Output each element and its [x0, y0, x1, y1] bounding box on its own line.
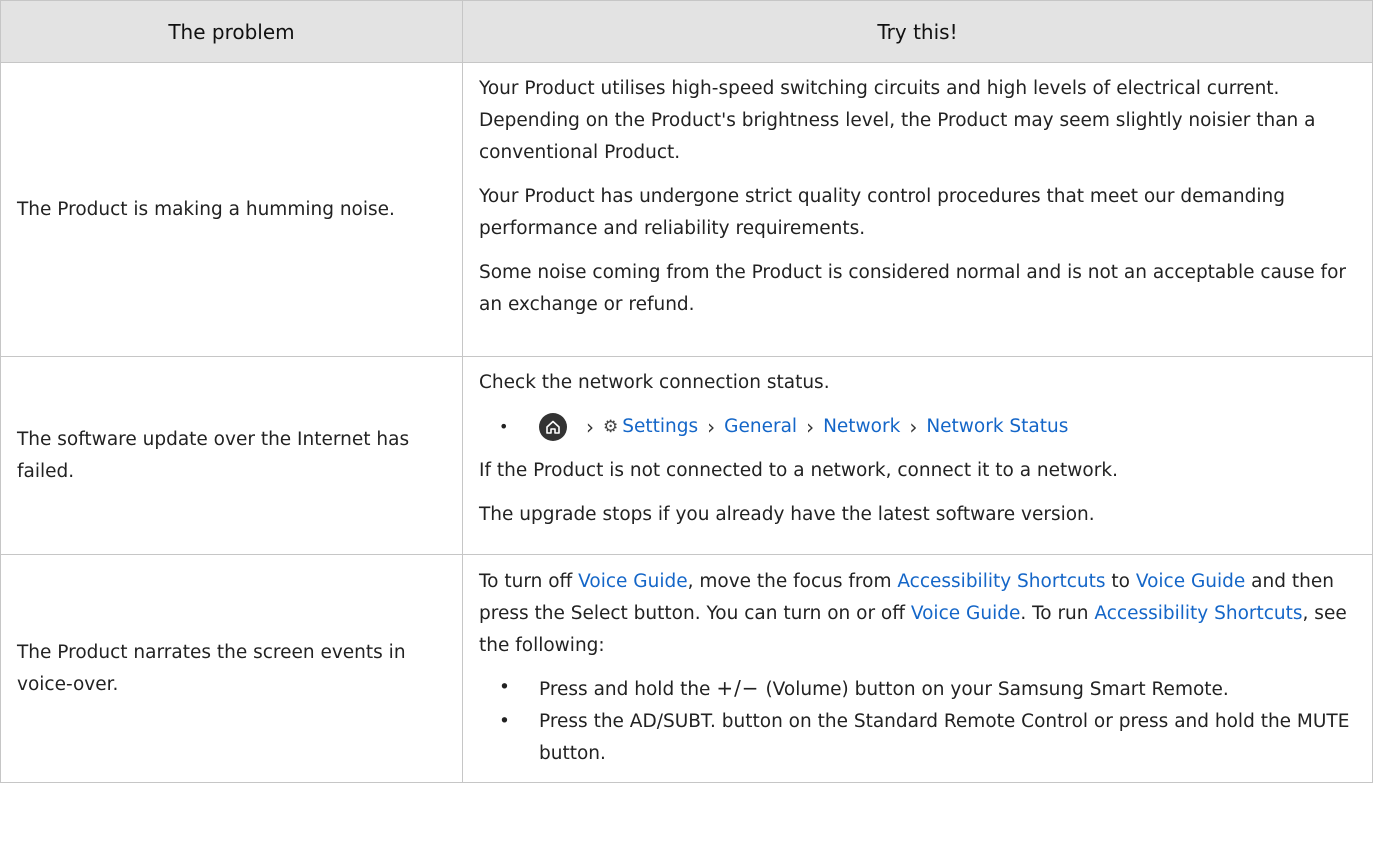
instruction-list: Press and hold the +/− (Volume) button o… — [479, 672, 1352, 770]
solution-paragraph: The upgrade stops if you already have th… — [479, 504, 1095, 525]
voice-guide-link[interactable]: Voice Guide — [578, 571, 687, 592]
text-fragment: , move the focus from — [687, 571, 898, 592]
menu-path-settings[interactable]: Settings — [622, 411, 698, 443]
text-fragment: (Volume) button on your Samsung Smart Re… — [759, 679, 1229, 700]
menu-path-network[interactable]: Network — [823, 411, 900, 443]
volume-symbol: +/− — [716, 676, 760, 700]
chevron-right-icon: › — [586, 415, 594, 439]
text-fragment: . To run — [1020, 603, 1095, 624]
table-row: The Product is making a humming noise. Y… — [0, 62, 1373, 357]
accessibility-shortcuts-link[interactable]: Accessibility Shortcuts — [897, 571, 1105, 592]
problem-cell: The Product is making a humming noise. — [0, 62, 463, 357]
bullet: • — [499, 417, 509, 436]
text-fragment: To turn off — [479, 571, 579, 592]
list-item: Press and hold the +/− (Volume) button o… — [499, 672, 1352, 706]
text-fragment: to — [1105, 571, 1136, 592]
chevron-right-icon: › — [909, 415, 918, 439]
accessibility-shortcuts-link[interactable]: Accessibility Shortcuts — [1094, 603, 1302, 624]
problem-cell: The Product narrates the screen events i… — [0, 554, 463, 783]
voice-guide-link[interactable]: Voice Guide — [911, 603, 1020, 624]
solution-paragraph: To turn off Voice Guide, move the focus … — [479, 566, 1352, 662]
table-row: The Product narrates the screen events i… — [0, 554, 1373, 783]
menu-path: • › ⚙ Settings › General › Network › Net… — [479, 411, 1352, 443]
solution-paragraph: Your Product has undergone strict qualit… — [479, 186, 1285, 239]
chevron-right-icon: › — [707, 415, 716, 439]
table-header-row: The problem Try this! — [0, 0, 1373, 63]
header-try-this: Try this! — [462, 0, 1373, 63]
list-item: Press the AD/SUBT. button on the Standar… — [499, 706, 1352, 770]
header-problem: The problem — [0, 0, 463, 63]
solution-paragraph: Check the network connection status. — [479, 372, 830, 393]
voice-guide-link[interactable]: Voice Guide — [1136, 571, 1245, 592]
solution-paragraph: Your Product utilises high-speed switchi… — [479, 78, 1316, 163]
solution-cell: Check the network connection status. • ›… — [462, 356, 1373, 555]
menu-path-network-status[interactable]: Network Status — [926, 411, 1068, 443]
text-fragment: Press and hold the — [539, 679, 717, 700]
solution-paragraph: Some noise coming from the Product is co… — [479, 262, 1346, 315]
chevron-right-icon: › — [806, 415, 815, 439]
gear-icon: ⚙ — [603, 417, 619, 437]
solution-paragraph: If the Product is not connected to a net… — [479, 460, 1118, 481]
solution-cell: Your Product utilises high-speed switchi… — [462, 62, 1373, 357]
problem-cell: The software update over the Internet ha… — [0, 356, 463, 555]
menu-path-general[interactable]: General — [724, 411, 797, 443]
troubleshooting-table: The problem Try this! The Product is mak… — [0, 0, 1373, 783]
solution-cell: To turn off Voice Guide, move the focus … — [462, 554, 1373, 783]
table-row: The software update over the Internet ha… — [0, 356, 1373, 555]
home-icon — [539, 413, 567, 441]
